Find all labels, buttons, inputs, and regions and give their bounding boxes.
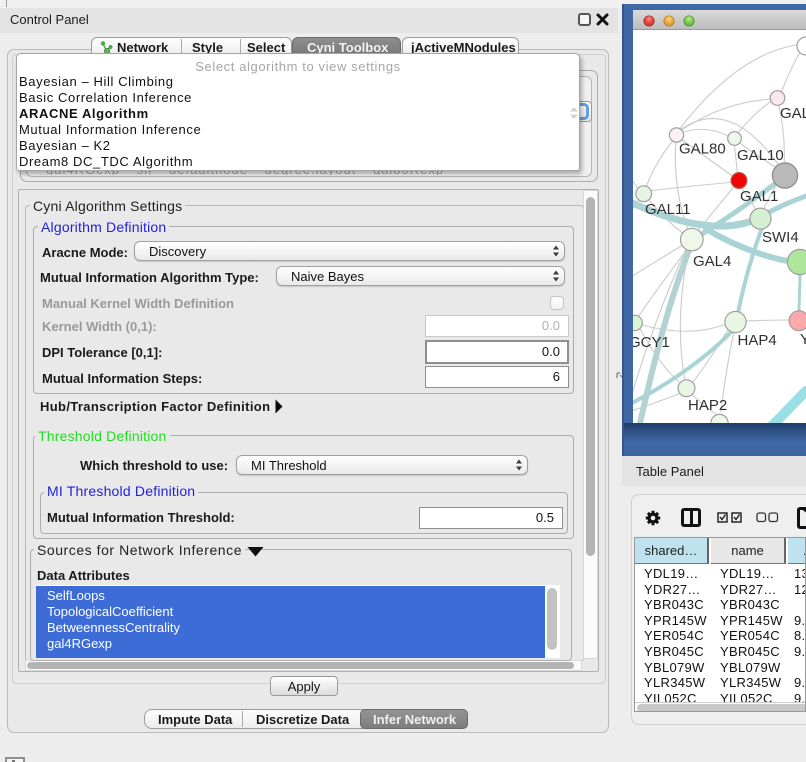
svg-text:HAP2: HAP2 (688, 397, 727, 414)
svg-text:GCY1: GCY1 (633, 334, 670, 351)
svg-text:GAL4: GAL4 (693, 253, 731, 270)
svg-text:GAL7: GAL7 (780, 105, 806, 122)
svg-text:HAP4: HAP4 (738, 332, 777, 349)
svg-text:YM: YM (800, 331, 806, 348)
svg-text:GAL11: GAL11 (645, 201, 691, 218)
svg-text:GAL1: GAL1 (740, 188, 778, 205)
svg-text:GAL80: GAL80 (679, 141, 726, 158)
svg-text:GAL10: GAL10 (737, 147, 784, 164)
svg-text:SWI4: SWI4 (762, 229, 799, 246)
